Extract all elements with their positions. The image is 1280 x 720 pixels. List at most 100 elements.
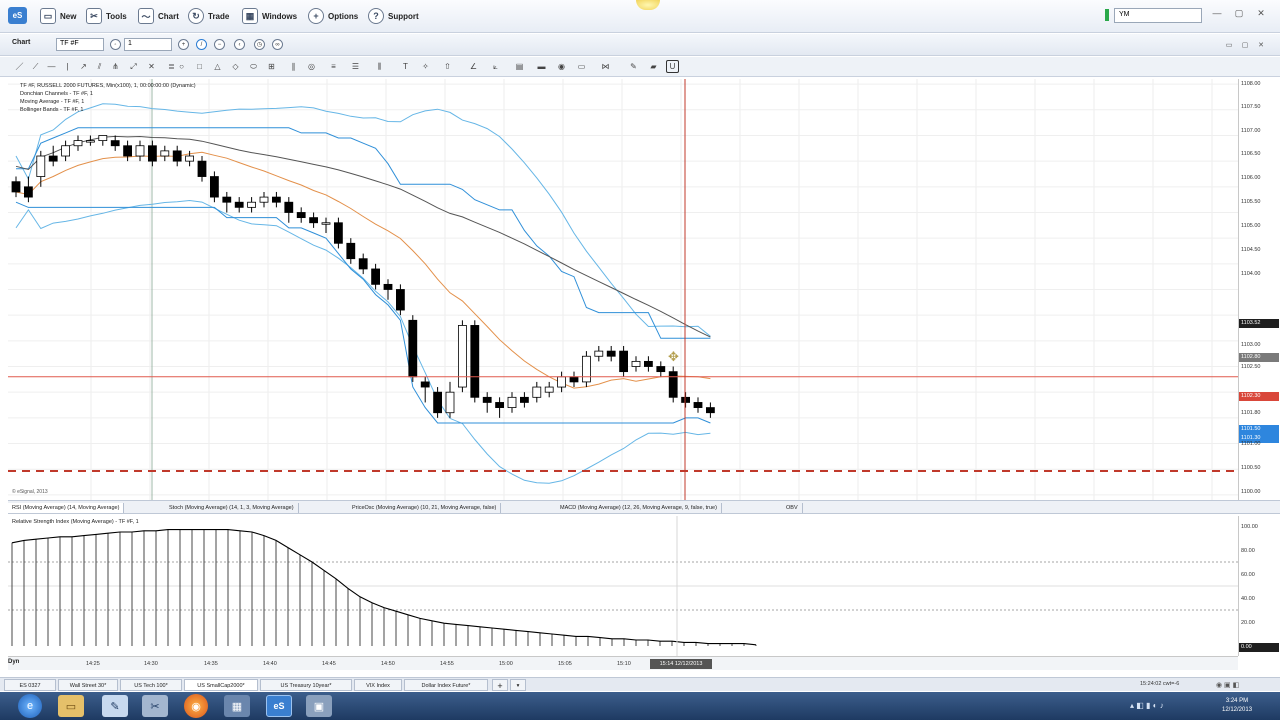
link-chart-icon[interactable]: ∞ — [272, 39, 283, 50]
bars-pattern-icon[interactable]: ▬ — [536, 61, 547, 72]
page-tab[interactable]: ES 0327 — [4, 679, 56, 691]
firefox-icon[interactable]: ◉ — [184, 694, 208, 718]
levels-tool-icon[interactable]: ≡ — [328, 61, 339, 72]
menu-tools-button[interactable]: ✂ Tools — [86, 6, 127, 26]
diamond-tool-icon[interactable]: ◇ — [230, 61, 241, 72]
chart-restore-icon[interactable]: ▭ — [1222, 38, 1236, 52]
candle-up — [631, 360, 641, 367]
esignal-window: eS ▭ New ✂ Tools 〜 Chart ↻ Trade ▦ Windows + O… — [0, 0, 1280, 720]
ie-icon[interactable]: e — [18, 694, 42, 718]
tab-priceosc[interactable]: PriceOsc (Moving Average) (10, 21, Movin… — [348, 503, 502, 513]
menu-options-button[interactable]: + Options — [308, 6, 358, 26]
ellipse-tool-icon[interactable]: ⬭ — [248, 61, 259, 72]
symbol-input[interactable]: YM — [1114, 8, 1202, 23]
rsi-axis-label: 60.00 — [1241, 572, 1255, 578]
channel-tool-icon[interactable]: ⫽ — [94, 61, 105, 72]
page-tab[interactable]: VIX Index — [354, 679, 402, 691]
price-axis[interactable]: 1108.00 1107.50 1107.00 1106.50 1106.00 … — [1238, 79, 1280, 500]
rectangle-tool-icon[interactable]: □ — [194, 61, 205, 72]
price-label: 1101.00 — [1241, 441, 1261, 447]
chart-window-label[interactable]: Chart — [12, 39, 30, 46]
vertical-line-icon[interactable]: | — [62, 61, 73, 72]
link-icon[interactable]: ◦ — [110, 39, 121, 50]
menu-support-button[interactable]: ? Support — [368, 6, 419, 26]
chart-symbol-input[interactable]: TF #F — [56, 38, 104, 51]
dynamic-mode-button[interactable]: Dyn — [8, 659, 19, 665]
status-icons: ◉ ▣ ◧ — [1216, 682, 1240, 689]
wave-tool-icon[interactable]: ⋈ — [600, 61, 611, 72]
time-icon[interactable]: ◷ — [254, 39, 265, 50]
regression-icon[interactable]: ⤢ — [128, 61, 139, 72]
candle-down — [296, 212, 306, 219]
remote-desktop-icon[interactable]: ▦ — [224, 695, 250, 717]
time-label: 14:45 — [322, 661, 336, 667]
rsi-pane[interactable] — [8, 516, 1238, 656]
windows-icon: ▦ — [242, 8, 258, 24]
maximize-icon[interactable]: ▢ — [1232, 6, 1246, 20]
menu-trade-button[interactable]: ↻ Trade — [188, 6, 229, 26]
fib-extension-icon[interactable]: ☰ — [350, 61, 361, 72]
close-icon[interactable]: ✕ — [1254, 6, 1268, 20]
eye-tool-icon[interactable]: ◉ — [556, 61, 567, 72]
price-label: 1105.00 — [1241, 223, 1261, 229]
eraser-tool-icon[interactable]: ▰ — [648, 61, 659, 72]
buy-arrow-icon[interactable]: ⇧ — [442, 61, 453, 72]
zoom-out-icon[interactable]: − — [214, 39, 225, 50]
text-tool-icon[interactable]: T — [400, 61, 411, 72]
esignal-taskbar-icon[interactable]: eS — [266, 695, 292, 717]
page-tab[interactable]: US Treasury 10year* — [260, 679, 352, 691]
paint-icon[interactable]: ✎ — [102, 695, 128, 717]
time-label: 14:30 — [144, 661, 158, 667]
parallel-tool-icon[interactable]: ∥ — [288, 61, 299, 72]
page-tab[interactable]: Dollar Index Future* — [404, 679, 488, 691]
arrow-tool-icon[interactable]: ↗ — [78, 61, 89, 72]
price-label: 1106.00 — [1241, 175, 1261, 181]
zoom-in-icon[interactable]: + — [178, 39, 189, 50]
circle-tool-icon[interactable]: ○ — [176, 61, 187, 72]
tab-obv[interactable]: OBV — [782, 503, 803, 513]
magnet-tool-icon[interactable]: U — [666, 60, 679, 73]
time-label: 14:55 — [440, 661, 454, 667]
line-tool-icon[interactable]: ／ — [14, 61, 25, 72]
horizontal-line-icon[interactable]: — — [46, 61, 57, 72]
menu-chart-button[interactable]: 〜 Chart — [138, 6, 179, 26]
explorer-icon[interactable]: ▭ — [58, 695, 84, 717]
draw-mode-icon[interactable]: / — [196, 39, 207, 50]
tools-app-icon[interactable]: ✂ — [142, 695, 168, 717]
minimize-icon[interactable]: — — [1210, 6, 1224, 20]
page-menu-icon[interactable]: ▾ — [510, 679, 526, 691]
page-tab[interactable]: Wall Street 30* — [58, 679, 118, 691]
marker-tool-icon[interactable]: ✧ — [420, 61, 431, 72]
page-tab[interactable]: US Tech 100* — [120, 679, 182, 691]
chart-close-icon[interactable]: ✕ — [1254, 38, 1268, 52]
tab-stoch[interactable]: Stoch (Moving Average) (14, 1, 3, Moving… — [165, 503, 299, 513]
ray-tool-icon[interactable]: ⟋ — [30, 61, 41, 72]
save-app-icon[interactable]: ▣ — [306, 695, 332, 717]
pencil-tool-icon[interactable]: ✎ — [628, 61, 639, 72]
time-zones-icon[interactable]: ⫼ — [374, 61, 385, 72]
price-label: 1100.00 — [1241, 489, 1261, 495]
interval-input[interactable]: 1 — [124, 38, 172, 51]
menu-windows-button[interactable]: ▦ Windows — [242, 6, 297, 26]
angle-tool-icon[interactable]: ∠ — [468, 61, 479, 72]
page-tab-active[interactable]: US SmallCap2000* — [184, 679, 258, 691]
tab-macd[interactable]: MACD (Moving Average) (12, 26, Moving Av… — [556, 503, 722, 513]
chart-maximize-icon[interactable]: ▢ — [1238, 38, 1252, 52]
add-page-icon[interactable]: + — [492, 679, 508, 691]
symbol-flag-icon — [1105, 9, 1109, 21]
scroll-left-icon[interactable]: ‹ — [234, 39, 245, 50]
gann-tool-icon[interactable]: ⊞ — [266, 61, 277, 72]
hide-tool-icon[interactable]: ▭ — [576, 61, 587, 72]
cycle-tool-icon[interactable]: ◎ — [306, 61, 317, 72]
price-chart[interactable]: TF #F, RUSSELL 2000 FUTURES, Min(x100), … — [8, 79, 1238, 500]
app-logo-icon[interactable]: eS — [8, 7, 27, 24]
grid-tool-icon[interactable]: ▤ — [514, 61, 525, 72]
triangle-tool-icon[interactable]: △ — [212, 61, 223, 72]
andrews-tool-icon[interactable]: ⟀ — [490, 61, 501, 72]
cross-tool-icon[interactable]: ✕ — [146, 61, 157, 72]
menu-new-button[interactable]: ▭ New — [40, 6, 76, 26]
tab-rsi[interactable]: RSI (Moving Average) (14, Moving Average… — [8, 503, 125, 513]
pitchfork-icon[interactable]: ⋔ — [110, 61, 121, 72]
time-axis[interactable]: Dyn 14:25 14:30 14:35 14:40 14:45 14:50 … — [8, 656, 1238, 670]
candle-up — [98, 135, 108, 142]
